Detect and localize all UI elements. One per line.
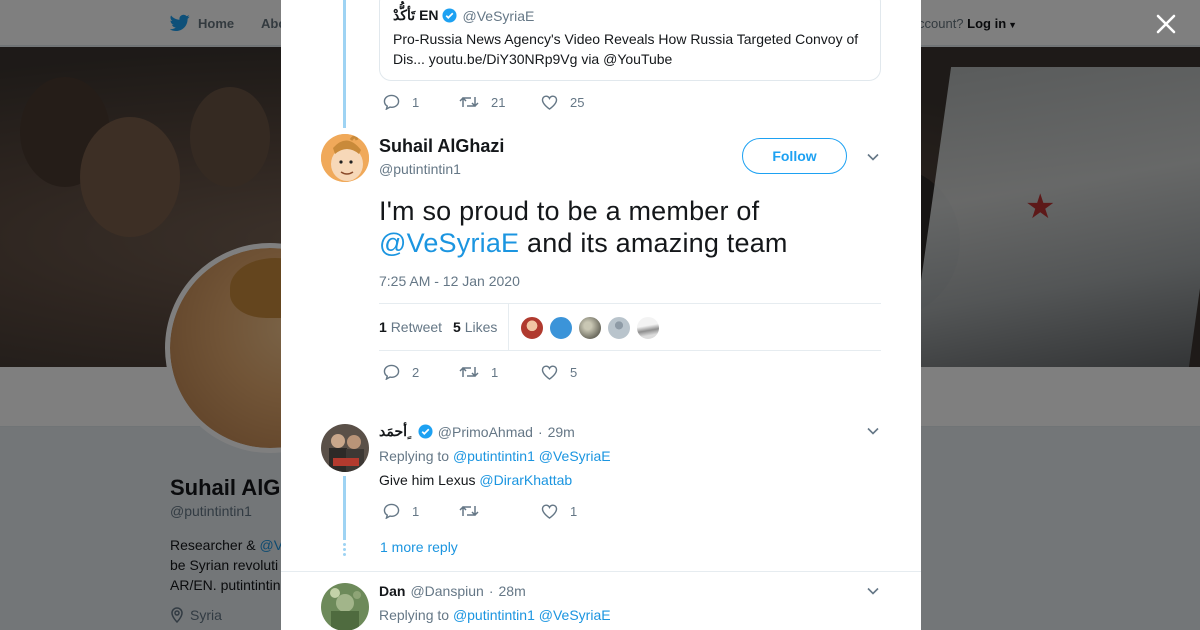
retweet-button[interactable]: 1 [459,365,541,380]
reply-author-handle[interactable]: @PrimoAhmad [438,424,533,440]
quoted-tweet-text: Pro-Russia News Agency's Video Reveals H… [393,31,859,67]
replying-to-link[interactable]: @VeSyriaE [539,448,611,464]
tintin-avatar-icon [321,134,369,182]
tweet-text-part: I'm so proud to be a member of [379,196,760,226]
main-tweet-actions: 2 1 5 [383,364,580,380]
show-more-replies-link[interactable]: 1 more reply [380,539,458,555]
tweet-mention-link[interactable]: @VeSyriaE [379,228,519,258]
reply-icon [383,364,400,380]
reply-divider [281,571,921,572]
retweet-count: 21 [491,94,506,110]
like-button[interactable]: 1 [541,504,580,519]
main-tweet-author-handle[interactable]: @putintintin1 [379,161,461,177]
quoted-tweet-author-handle[interactable]: @VeSyriaE [463,8,535,24]
replying-to-line: Replying to @putintintin1 @VeSyriaE [379,607,611,623]
reply-button[interactable]: 1 [383,94,459,110]
reply-text: Give him Lexus @DirarKhattab [379,472,572,488]
like-button[interactable]: 25 [541,95,584,110]
reply-button[interactable]: 1 [383,503,459,519]
replying-to-label: Replying to [379,448,450,464]
reply-count: 1 [412,503,420,519]
verified-badge-icon [418,424,433,439]
heart-icon [541,504,558,519]
heart-icon [541,95,558,110]
reply-actions: 1 1 [383,503,580,519]
reply-header: Dan @Danspiun · 28m [379,583,526,599]
retweet-stat-link[interactable]: 1 Retweet [379,319,442,335]
tweet-stats: 1 Retweet 5 Likes [379,303,881,351]
like-count: 5 [570,364,578,380]
retweet-count: 1 [491,364,499,380]
separator-dot: · [537,423,543,440]
verified-badge-icon [442,8,457,23]
chevron-down-icon[interactable] [866,424,880,438]
stats-divider [508,304,509,350]
quoted-tweet-header: تَأكُّدْ EN @VeSyriaE [393,7,534,24]
tweet-timestamp[interactable]: 7:25 AM - 12 Jan 2020 [379,273,520,289]
reply-author-name[interactable]: أحمَد ٍ [379,423,412,440]
likes-stat-label: Likes [464,319,498,335]
replying-to-line: Replying to @putintintin1 @VeSyriaE [379,448,611,464]
reply-author-name[interactable]: Dan [379,583,405,599]
reply-avatar[interactable] [321,583,369,630]
replying-to-link[interactable]: @putintintin1 [453,607,535,623]
reply-mention-link[interactable]: @DirarKhattab [479,472,572,488]
reply-avatar[interactable] [321,424,369,472]
reply-time[interactable]: 29m [548,424,575,440]
reply-header: أحمَد ٍ @PrimoAhmad · 29m [379,423,575,440]
user-photo-icon [321,424,369,472]
follow-button[interactable]: Follow [742,138,847,174]
reply-icon [383,94,400,110]
retweet-button[interactable]: 21 [459,95,541,110]
like-count: 1 [570,503,578,519]
reply-count: 1 [412,94,420,110]
thread-connector-line [343,0,346,128]
main-tweet-author-name[interactable]: Suhail AlGhazi [379,136,504,157]
reply-count: 2 [412,364,420,380]
retweet-stat-label: Retweet [390,319,443,335]
likes-stat-link[interactable]: 5 Likes [453,319,497,335]
heart-icon [541,365,558,380]
replying-to-label: Replying to [379,607,450,623]
reply-icon [383,503,400,519]
main-tweet-text: I'm so proud to be a member of @VeSyriaE… [379,195,879,259]
liker-avatar[interactable] [607,316,631,340]
reply-thread-line [343,476,346,540]
replying-to-link[interactable]: @VeSyriaE [539,607,611,623]
reply-author-handle[interactable]: @Danspiun [410,583,483,599]
like-count: 25 [570,94,585,110]
reply-button[interactable]: 2 [383,364,459,380]
retweet-button[interactable] [459,504,541,518]
liker-avatar[interactable] [636,316,660,340]
close-icon[interactable] [1152,10,1180,38]
reply-time[interactable]: 28m [499,583,526,599]
retweet-stat-count: 1 [379,319,387,335]
quoted-tweet-card[interactable]: تَأكُّدْ EN @VeSyriaE Pro-Russia News Ag… [379,0,881,81]
chevron-down-icon[interactable] [866,150,880,164]
likes-stat-count: 5 [453,319,461,335]
retweet-icon [459,96,479,108]
user-photo-icon [321,583,369,630]
separator-dot: · [488,583,494,599]
replying-to-link[interactable]: @putintintin1 [453,448,535,464]
main-tweet-avatar[interactable] [321,134,369,182]
liker-avatar[interactable] [520,316,544,340]
tweet-text-part: and its amazing team [519,228,788,258]
quoted-tweet-actions: 1 21 25 [383,94,584,110]
reply-text-part: Give him Lexus [379,472,476,488]
chevron-down-icon[interactable] [866,584,880,598]
more-replies-dots [343,543,346,558]
liker-avatar[interactable] [578,316,602,340]
liker-avatar[interactable] [549,316,573,340]
retweet-icon [459,366,479,378]
retweet-icon [459,505,479,517]
quoted-tweet-author-name[interactable]: تَأكُّدْ EN [393,7,439,24]
like-button[interactable]: 5 [541,365,580,380]
